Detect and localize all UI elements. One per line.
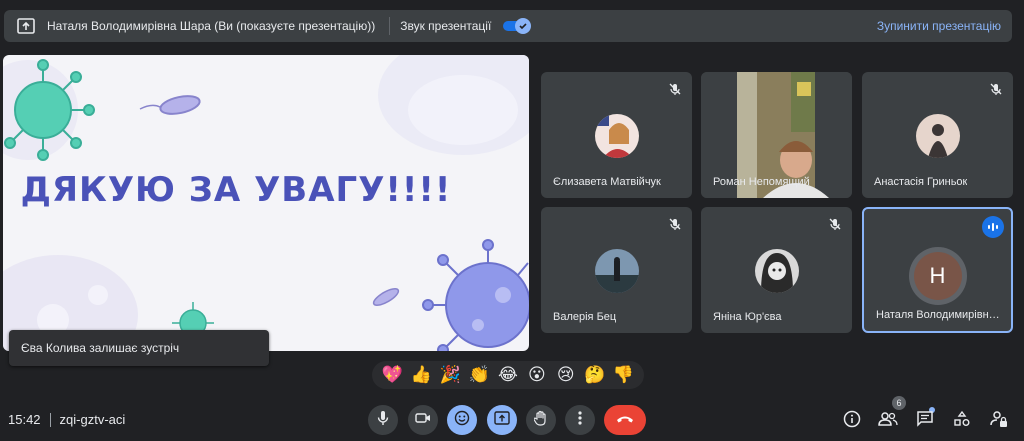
reaction-thumbs-up[interactable]: 👍 xyxy=(410,364,432,386)
participant-tile[interactable]: Роман Непомящий xyxy=(701,72,852,198)
presenting-bar: Наталя Володимирівна Шара (Ви (показуєте… xyxy=(4,10,1012,42)
host-controls-button[interactable] xyxy=(987,409,1011,433)
mic-off-icon xyxy=(826,215,844,233)
meeting-time: 15:42 xyxy=(8,412,41,427)
camera-icon xyxy=(415,411,431,429)
people-button[interactable] xyxy=(876,409,900,433)
speaking-indicator-icon xyxy=(982,216,1004,238)
more-options-button[interactable] xyxy=(565,405,595,435)
leave-call-button[interactable] xyxy=(604,405,646,435)
reaction-heart[interactable]: 💖 xyxy=(381,364,403,386)
participant-tile-self[interactable]: Н Наталя Володимирівн… xyxy=(862,207,1013,333)
present-screen-icon xyxy=(494,410,510,430)
participant-name: Роман Непомящий xyxy=(713,176,810,188)
reaction-clap[interactable]: 👏 xyxy=(468,364,490,386)
presentation-slide: ДЯКУЮ ЗА УВАГУ!!!! xyxy=(3,55,529,351)
mic-off-icon xyxy=(987,80,1005,98)
presentation-sound-toggle[interactable] xyxy=(503,18,532,34)
participant-name: Наталя Володимирівн… xyxy=(876,309,1000,321)
divider xyxy=(49,412,51,427)
meeting-code: zqi-gztv-aci xyxy=(59,412,126,427)
present-screen-icon xyxy=(15,17,37,35)
activities-button[interactable] xyxy=(950,409,974,433)
presentation-sound-label: Звук презентації xyxy=(400,19,492,33)
chat-icon xyxy=(916,410,934,433)
check-icon xyxy=(515,18,532,34)
leave-notification-text: Єва Колива залишає зустріч xyxy=(21,341,180,355)
stop-presenting-button[interactable]: Зупинити презентацію xyxy=(877,19,1001,33)
microphone-button[interactable] xyxy=(368,405,398,435)
leave-notification: Єва Колива залишає зустріч xyxy=(9,330,269,366)
avatar xyxy=(594,249,639,293)
presenter-title: Наталя Володимирівна Шара (Ви (показуєте… xyxy=(47,19,376,33)
reactions-bar: 💖 👍 🎉 👏 😂 😮 😢 🤔 👎 xyxy=(372,361,644,389)
raise-hand-button[interactable] xyxy=(526,405,556,435)
reaction-laugh[interactable]: 😂 xyxy=(497,364,519,386)
meeting-info: 15:42 zqi-gztv-aci xyxy=(8,412,125,427)
participant-name: Єлизавета Матвійчук xyxy=(553,176,661,188)
participant-tile[interactable]: Анастасія Гриньок xyxy=(862,72,1013,198)
mic-off-icon xyxy=(666,80,684,98)
reaction-surprised[interactable]: 😮 xyxy=(526,364,548,386)
participant-tile[interactable]: Валерія Бец xyxy=(541,207,692,333)
hang-up-icon xyxy=(615,411,635,429)
lock-person-icon xyxy=(990,410,1008,433)
reaction-thinking[interactable]: 🤔 xyxy=(584,364,606,386)
avatar-initial: Н xyxy=(913,252,962,300)
participant-tile[interactable]: Єлизавета Матвійчук xyxy=(541,72,692,198)
participant-tile[interactable]: Яніна Юр'єва xyxy=(701,207,852,333)
reaction-party[interactable]: 🎉 xyxy=(439,364,461,386)
emoji-icon xyxy=(454,410,470,431)
hand-icon xyxy=(533,410,548,431)
avatar xyxy=(915,114,960,158)
mic-off-icon xyxy=(666,215,684,233)
more-vert-icon xyxy=(578,410,582,430)
avatar xyxy=(754,249,799,293)
people-icon xyxy=(878,411,898,432)
camera-button[interactable] xyxy=(408,405,438,435)
slide-title: ДЯКУЮ ЗА УВАГУ!!!! xyxy=(20,170,452,210)
participant-name: Анастасія Гриньок xyxy=(874,176,968,188)
reactions-button[interactable] xyxy=(447,405,477,435)
participant-name: Валерія Бец xyxy=(553,311,617,323)
reaction-thumbs-down[interactable]: 👎 xyxy=(612,364,634,386)
chat-button[interactable] xyxy=(913,409,937,433)
present-now-button[interactable] xyxy=(487,405,517,435)
divider xyxy=(389,17,391,35)
microphone-icon xyxy=(376,410,390,431)
avatar: Н xyxy=(908,247,967,305)
avatar xyxy=(594,114,639,158)
reaction-sad[interactable]: 😢 xyxy=(555,364,577,386)
participant-name: Яніна Юр'єва xyxy=(713,311,782,323)
activities-icon xyxy=(953,410,971,433)
info-icon xyxy=(843,410,861,433)
meeting-details-button[interactable] xyxy=(840,409,864,433)
people-count-badge: 6 xyxy=(892,396,906,410)
